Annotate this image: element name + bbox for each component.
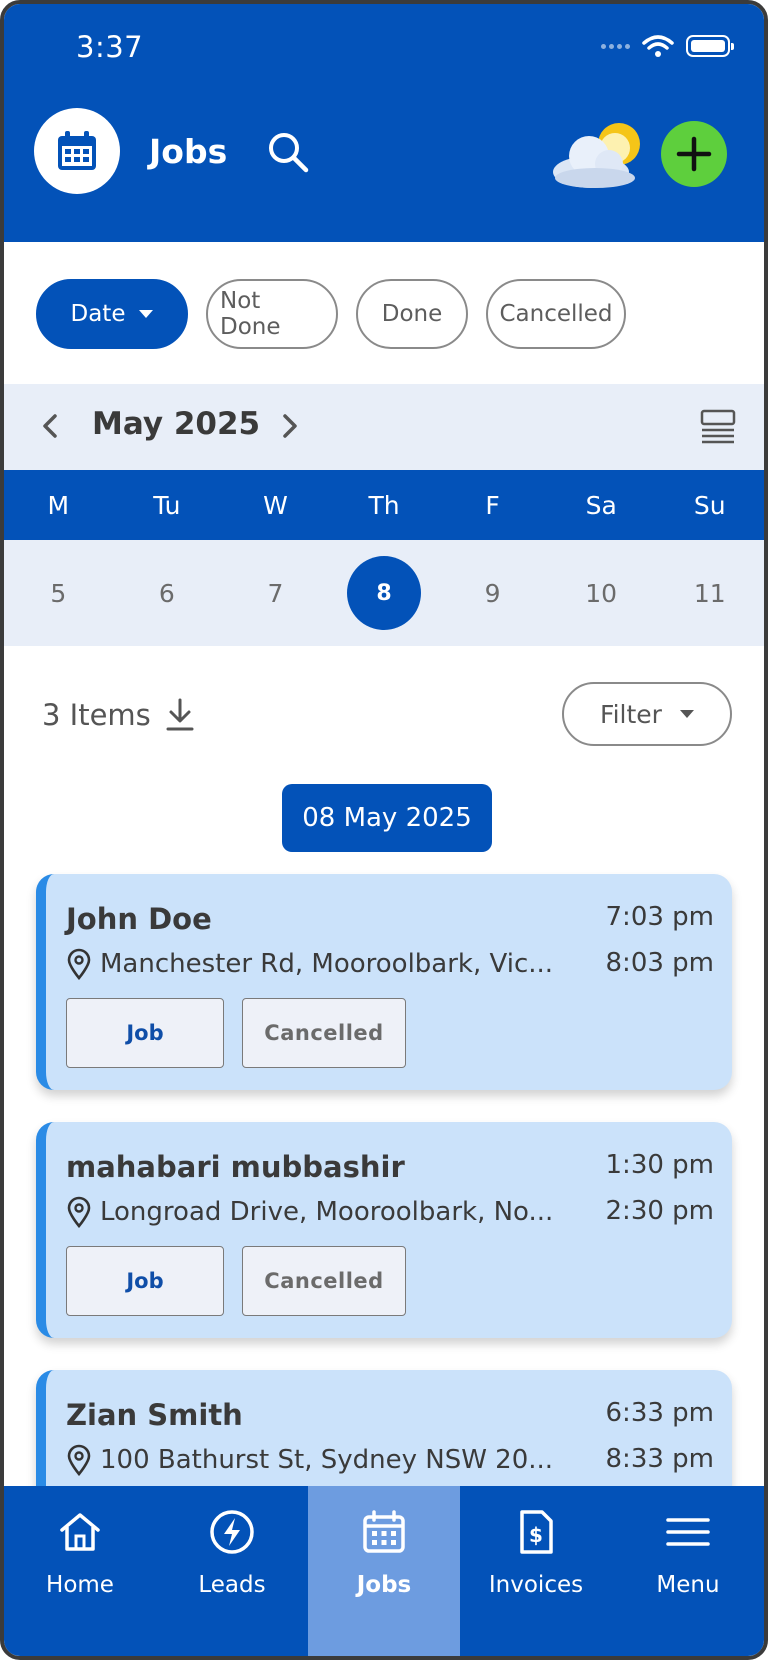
- date-cell[interactable]: 7: [221, 540, 330, 646]
- date-cell[interactable]: 11: [655, 540, 764, 646]
- month-label: May 2025: [92, 406, 261, 442]
- status-icons: [601, 34, 734, 58]
- date-number: 7: [267, 578, 284, 608]
- location-pin-icon: [67, 948, 91, 980]
- weather-partly-cloudy-icon[interactable]: [549, 118, 645, 190]
- chevron-left-icon[interactable]: [38, 408, 62, 444]
- items-count-label: 3 Items: [42, 698, 151, 732]
- filter-label: Filter: [600, 699, 662, 729]
- job-card[interactable]: mahabari mubbashir 1:30 pm Longroad Driv…: [36, 1122, 732, 1338]
- date-number: 10: [585, 578, 618, 608]
- calendar-icon: [58, 131, 96, 170]
- nav-label: Home: [46, 1572, 114, 1598]
- home-icon: [60, 1513, 100, 1551]
- weekday-label: F: [485, 490, 500, 520]
- svg-text:$: $: [529, 1523, 543, 1547]
- done-filter-chip[interactable]: Done: [356, 279, 468, 349]
- date-number: 6: [158, 578, 175, 608]
- bolt-icon: [210, 1510, 254, 1554]
- location-pin-icon: [67, 1196, 91, 1228]
- bottom-navigation: Home Leads Jobs $ Invoices Menu: [4, 1486, 764, 1656]
- jobs-logo-button[interactable]: [34, 108, 120, 194]
- nav-item-invoices[interactable]: $ Invoices: [460, 1486, 612, 1656]
- app-header: 3:37 Jobs: [4, 4, 764, 242]
- nav-item-leads[interactable]: Leads: [156, 1486, 308, 1656]
- date-cell[interactable]: 9: [438, 540, 547, 646]
- client-name: Zian Smith: [66, 1398, 243, 1432]
- download-icon[interactable]: [165, 698, 195, 732]
- date-number: 11: [693, 578, 726, 608]
- status-time: 3:37: [76, 30, 144, 64]
- nav-label: Invoices: [488, 1572, 584, 1598]
- date-group-header: 08 May 2025: [282, 784, 492, 852]
- job-address: Longroad Drive, Mooroolbark, No...: [100, 1197, 554, 1227]
- weekday-label: Tu: [153, 490, 181, 520]
- weekday-label: M: [47, 490, 70, 520]
- date-cell[interactable]: 6: [113, 540, 222, 646]
- nav-label: Leads: [198, 1572, 266, 1598]
- not-done-filter-chip[interactable]: Not Done: [206, 279, 338, 349]
- start-time: 1:30 pm: [605, 1150, 714, 1180]
- weekday-label: Th: [368, 490, 400, 520]
- date-number: 9: [484, 578, 501, 608]
- job-status-tag: Cancelled: [242, 1246, 406, 1316]
- calendar-icon: [363, 1510, 405, 1553]
- start-time: 6:33 pm: [605, 1398, 714, 1428]
- location-pin-icon: [67, 1444, 91, 1476]
- weekday-label: Sa: [585, 490, 617, 520]
- job-type-tag: Job: [66, 1246, 224, 1316]
- calendar-view-toggle-icon[interactable]: [700, 408, 736, 444]
- nav-item-jobs[interactable]: Jobs: [308, 1486, 460, 1656]
- date-filter-dropdown[interactable]: Date: [36, 279, 188, 349]
- plus-icon: [676, 136, 712, 172]
- nav-label: Jobs: [356, 1572, 412, 1598]
- date-cell[interactable]: 10: [547, 540, 656, 646]
- weekday-label: Su: [693, 490, 726, 520]
- job-address: Manchester Rd, Mooroolbark, Vic...: [100, 949, 554, 979]
- address-row: Manchester Rd, Mooroolbark, Vic...: [66, 948, 553, 980]
- chevron-down-icon: [679, 710, 694, 718]
- filter-chips: Date Not Done Done Cancelled: [36, 279, 626, 349]
- date-number: 5: [50, 578, 67, 608]
- job-card[interactable]: John Doe 7:03 pm Manchester Rd, Mooroolb…: [36, 874, 732, 1090]
- date-number: 8: [347, 556, 422, 630]
- add-job-button[interactable]: [661, 121, 727, 187]
- filter-button[interactable]: Filter: [562, 682, 732, 746]
- search-icon[interactable]: [264, 128, 312, 176]
- items-count: 3 Items: [42, 698, 195, 732]
- end-time: 2:30 pm: [605, 1196, 714, 1226]
- week-dates: 5 6 7 8 9 10 11: [4, 540, 764, 646]
- client-name: mahabari mubbashir: [66, 1150, 405, 1184]
- battery-icon: [686, 35, 734, 57]
- address-row: Longroad Drive, Mooroolbark, No...: [66, 1196, 553, 1228]
- date-cell[interactable]: 5: [4, 540, 113, 646]
- phone-screen: 3:37 Jobs Date Not Done Done Cancelled M…: [0, 0, 768, 1660]
- weekday-label: W: [263, 490, 288, 520]
- chevron-right-icon[interactable]: [278, 408, 302, 444]
- start-time: 7:03 pm: [605, 902, 714, 932]
- invoice-icon: $: [520, 1510, 553, 1554]
- job-type-tag: Job: [66, 998, 224, 1068]
- client-name: John Doe: [66, 902, 212, 936]
- cancelled-filter-chip[interactable]: Cancelled: [486, 279, 626, 349]
- nav-label: Menu: [656, 1572, 720, 1598]
- menu-icon: [666, 1518, 710, 1546]
- job-status-tag: Cancelled: [242, 998, 406, 1068]
- end-time: 8:33 pm: [605, 1444, 714, 1474]
- job-address: 100 Bathurst St, Sydney NSW 20...: [100, 1445, 554, 1475]
- signal-icon: [601, 43, 630, 49]
- end-time: 8:03 pm: [605, 948, 714, 978]
- date-filter-label: Date: [70, 301, 126, 327]
- wifi-icon: [642, 35, 674, 57]
- month-navigator: May 2025: [4, 384, 764, 470]
- page-title: Jobs: [149, 132, 228, 171]
- chevron-down-icon: [139, 310, 154, 318]
- nav-item-menu[interactable]: Menu: [612, 1486, 764, 1656]
- nav-item-home[interactable]: Home: [4, 1486, 156, 1656]
- address-row: 100 Bathurst St, Sydney NSW 20...: [66, 1444, 553, 1476]
- date-cell-selected[interactable]: 8: [330, 540, 439, 646]
- weekday-header: M Tu W Th F Sa Su: [4, 470, 764, 540]
